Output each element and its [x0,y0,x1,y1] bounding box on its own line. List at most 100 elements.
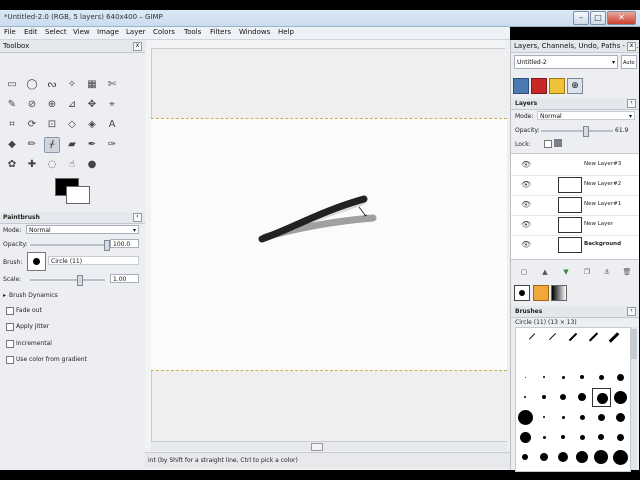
incremental-checkbox[interactable] [6,340,14,348]
brush-preset-icon[interactable] [516,368,535,387]
brush-preset-icon[interactable] [535,408,554,427]
opacity-value-field[interactable]: 100.0 [110,239,139,248]
calligraphic-brush-icon[interactable] [588,332,599,342]
brush-preset-icon[interactable] [592,388,611,407]
brush-preset-icon[interactable] [611,388,630,407]
brush-preset-icon[interactable] [611,428,630,447]
layer-opacity-slider-track[interactable] [541,130,613,132]
brush-preset-icon[interactable] [592,408,611,427]
calligraphic-brush-icon[interactable] [608,332,620,343]
layer-name[interactable]: New Layer#1 [584,201,621,207]
layer-name[interactable]: New Layer#3 [584,161,621,167]
brush-preset-icon[interactable] [554,428,573,447]
layer-name[interactable]: New Layer#2 [584,181,621,187]
brush-preset-icon[interactable] [573,448,592,467]
visibility-eye-icon[interactable]: 👁 [521,200,531,209]
image-canvas[interactable] [151,118,507,371]
menu-colors[interactable]: Colors [153,28,175,36]
opacity-slider-track[interactable] [30,244,108,246]
rect-select-icon[interactable]: ▭ [4,77,20,93]
channels-tab-icon[interactable] [531,78,547,94]
duplicate-layer-icon[interactable]: ❐ [582,267,592,277]
brush-preset-icon[interactable] [516,468,535,471]
brush-preset-icon[interactable] [573,468,592,471]
menu-edit[interactable]: Edit [24,28,38,36]
rotate-icon[interactable]: ⟳ [24,117,40,133]
airbrush-icon[interactable]: ✒ [84,137,100,153]
brushes-scrollbar[interactable] [631,327,637,470]
brush-preset-icon[interactable] [573,388,592,407]
configure-icon[interactable]: ‹ [133,213,142,222]
brush-dynamics-label[interactable]: Brush Dynamics [9,292,58,299]
visibility-eye-icon[interactable]: 👁 [521,240,531,249]
layer-row[interactable]: 👁 New Layer#2 [511,175,639,196]
menu-image[interactable]: Image [97,28,119,36]
menu-help[interactable]: Help [278,28,294,36]
lock-pixels-checkbox[interactable] [544,140,552,148]
horizontal-ruler[interactable] [147,40,505,49]
brush-preset-icon[interactable] [535,468,554,471]
scissors-icon[interactable]: ✄ [104,77,120,93]
paths-icon[interactable]: ✎ [4,97,20,113]
horizontal-scrollbar[interactable] [151,441,507,451]
expander-arrow-icon[interactable]: ▸ [3,292,6,299]
brush-preset-icon[interactable] [592,368,611,387]
brush-preset-icon[interactable] [592,468,611,471]
scrollbar-handle[interactable] [311,443,323,451]
menu-windows[interactable]: Windows [239,28,270,36]
lower-layer-icon[interactable]: ▼ [561,267,571,277]
mode-select[interactable]: Normal ▾ [26,225,139,234]
lock-alpha-icon[interactable] [554,139,562,147]
apply-jitter-checkbox[interactable] [6,323,14,331]
layers-tab-icon[interactable] [513,78,529,94]
dodge-burn-icon[interactable]: ● [84,157,100,173]
brush-preset-icon[interactable] [516,428,535,447]
shear-icon[interactable]: ◇ [64,117,80,133]
close-icon[interactable]: x [627,42,636,51]
brush-preset-icon[interactable] [535,428,554,447]
layer-opacity-value[interactable]: 61.9 [615,127,628,134]
brush-preset-icon[interactable] [611,468,630,471]
scale-slider-handle[interactable] [77,275,83,286]
brush-preset-icon[interactable] [611,448,630,467]
delete-layer-icon[interactable]: 🗑 [622,267,632,277]
brush-preset-icon[interactable] [516,388,535,407]
color-select-icon[interactable]: ▦ [84,77,100,93]
calligraphic-brush-icon[interactable] [548,332,557,341]
calligraphic-brush-icon[interactable] [568,332,578,342]
brush-preset-icon[interactable] [592,428,611,447]
brush-name-field[interactable]: Circle (11) [48,256,139,265]
brush-preset-icon[interactable] [535,388,554,407]
brush-preset-icon[interactable] [573,368,592,387]
background-color-swatch[interactable] [66,186,90,204]
visibility-eye-icon[interactable]: 👁 [521,220,531,229]
configure-icon[interactable]: ‹ [627,99,636,108]
menu-layer[interactable]: Layer [126,28,146,36]
color-picker-icon[interactable]: ⊘ [24,97,40,113]
ink-icon[interactable]: ✑ [104,137,120,153]
close-icon[interactable]: x [133,42,142,51]
paintbrush-icon[interactable]: ᚋ [44,137,60,153]
brush-preset-icon[interactable] [535,448,554,467]
calligraphic-brush-icon[interactable] [528,333,536,340]
scale-slider-track[interactable] [30,279,105,281]
maximize-button[interactable]: □ [590,11,606,25]
clone-icon[interactable]: ✿ [4,157,20,173]
text-icon[interactable]: A [104,117,120,133]
brush-preset-icon[interactable] [573,428,592,447]
gradients-tab-icon[interactable] [551,285,567,301]
brush-preset-icon[interactable] [516,408,535,427]
pencil-icon[interactable]: ✏ [24,137,40,153]
scale-icon[interactable]: ⊡ [44,117,60,133]
layer-name[interactable]: Background [584,241,621,247]
perspective-icon[interactable]: ◈ [84,117,100,133]
ellipse-select-icon[interactable]: ◯ [24,77,40,93]
smudge-icon[interactable]: ☝ [64,157,80,173]
layer-opacity-slider-handle[interactable] [583,126,590,137]
menu-file[interactable]: File [4,28,16,36]
move-icon[interactable]: ✥ [84,97,100,113]
raise-layer-icon[interactable]: ▲ [540,267,550,277]
bucket-fill-icon[interactable]: ◆ [4,137,20,153]
visibility-eye-icon[interactable]: 👁 [521,180,531,189]
layer-name[interactable]: New Layer [584,221,613,227]
